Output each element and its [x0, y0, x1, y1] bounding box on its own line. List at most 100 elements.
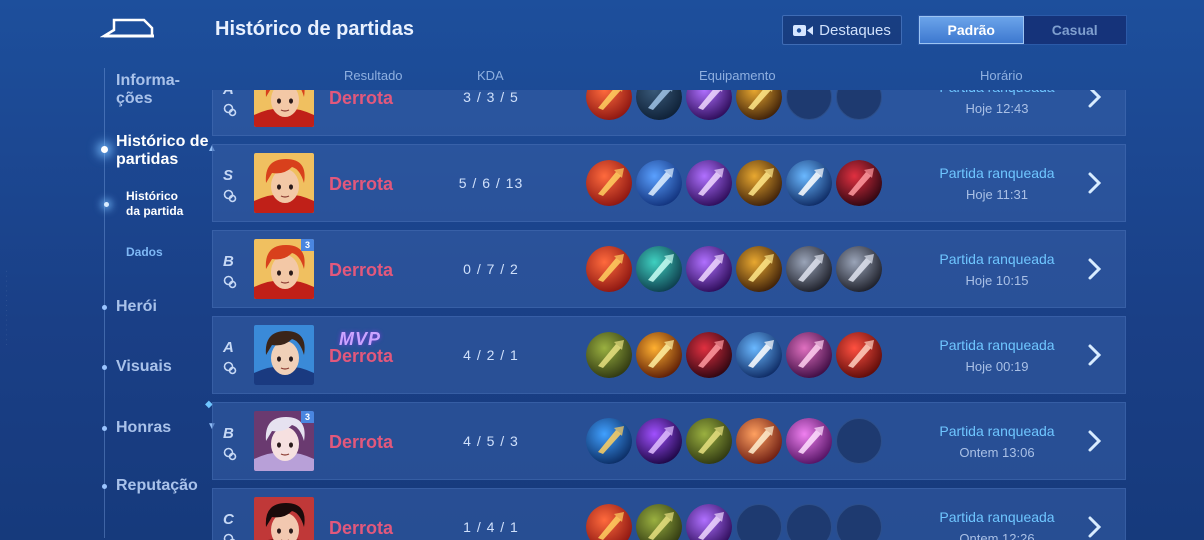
- sidebar-dot: [102, 305, 107, 310]
- red-axe-item-icon: [586, 160, 632, 206]
- hero-portrait: 3: [254, 239, 314, 299]
- sidebar-item-skins[interactable]: Visuais: [116, 358, 172, 376]
- match-row[interactable]: S Derrota 5 / 6 / 13 Partida ranqueada Hoje …: [212, 144, 1126, 222]
- match-row[interactable]: B 3 Derrota 4 / 5 / 3 Partida ranqueada Ontem…: [212, 402, 1126, 480]
- empty-item-slot: [836, 504, 882, 540]
- purple-blade-item-icon: [686, 504, 732, 540]
- match-time: Ontem 13:06: [959, 445, 1035, 460]
- sidebar-dot: [102, 426, 107, 431]
- blue-spear-item-icon: [736, 332, 782, 378]
- battle-spell-icon: [223, 361, 237, 375]
- purple-blade-item-icon: [686, 90, 732, 120]
- chevron-right-icon[interactable]: [1087, 343, 1103, 367]
- video-camera-icon: [793, 24, 814, 36]
- tab-padrao[interactable]: Padrão: [919, 16, 1024, 44]
- chevron-right-icon[interactable]: [1087, 257, 1103, 281]
- gold-star-item-icon: [736, 246, 782, 292]
- kda-value: 5 / 6 / 13: [458, 175, 524, 191]
- battle-spell-icon: [223, 189, 237, 203]
- rank-tier: S: [223, 167, 234, 184]
- sidebar-item-reputation[interactable]: Reputação: [116, 477, 198, 495]
- blue-spear-item-icon: [786, 160, 832, 206]
- highlights-button[interactable]: Destaques: [782, 15, 902, 45]
- match-row[interactable]: A Derrota 3 / 3 / 5 Partida ranqueada Hoje 1…: [212, 90, 1126, 136]
- sidebar-item-honors[interactable]: Honras: [116, 419, 171, 437]
- kda-value: 3 / 3 / 5: [463, 90, 519, 105]
- purple-blade-item-icon: [686, 160, 732, 206]
- sidebar-dot: [102, 365, 107, 370]
- battle-spell-icon: [223, 103, 237, 117]
- sidebar-item-match-history[interactable]: Histórico de partidas: [116, 133, 208, 169]
- sidebar-subitem-data[interactable]: Dados: [126, 245, 163, 260]
- green-boots-item-icon: [586, 332, 632, 378]
- rank-tier: A: [223, 339, 234, 356]
- red-axe-item-icon: [586, 90, 632, 120]
- match-mode: Partida ranqueada: [939, 251, 1055, 267]
- empty-item-slot: [836, 418, 882, 464]
- equipment-list: [586, 160, 886, 208]
- red-blade-item-icon: [836, 160, 882, 206]
- rank-tier: B: [223, 253, 234, 270]
- chevron-right-icon[interactable]: [1087, 90, 1103, 109]
- blue-wand-item-icon: [586, 418, 632, 464]
- empty-item-slot: [736, 504, 782, 540]
- top-bar: Histórico de partidas Destaques Padrão C…: [0, 0, 1204, 60]
- battle-spell-icon: [223, 447, 237, 461]
- match-mode: Partida ranqueada: [939, 165, 1055, 181]
- dark-claw-item-icon: [786, 246, 832, 292]
- header-result: Resultado: [344, 68, 403, 83]
- match-time: Ontem 12:26: [959, 531, 1035, 540]
- match-list[interactable]: A Derrota 3 / 3 / 5 Partida ranqueada Hoje 1…: [212, 90, 1127, 540]
- empty-item-slot: [786, 90, 832, 120]
- hero-portrait: [254, 153, 314, 213]
- equipment-list: [586, 504, 886, 540]
- red-book-item-icon: [736, 418, 782, 464]
- purple-orb-item-icon: [636, 418, 682, 464]
- equipment-list: [586, 246, 886, 294]
- kda-value: 1 / 4 / 1: [463, 519, 519, 535]
- boots-item-icon: [636, 90, 682, 120]
- match-row[interactable]: A MVP Derrota 4 / 2 / 1 Partida ranqueada Hoj…: [212, 316, 1126, 394]
- rank-tier: C: [223, 511, 234, 528]
- pink-helm-item-icon: [786, 332, 832, 378]
- mode-toggle: Padrão Casual: [918, 15, 1127, 45]
- subitem-active-dot: [104, 202, 109, 207]
- empty-item-slot: [836, 90, 882, 120]
- hero-portrait: 3: [254, 411, 314, 471]
- green-boots-item-icon: [686, 418, 732, 464]
- rank-tier: A: [223, 90, 234, 98]
- highlights-label: Destaques: [819, 21, 891, 39]
- match-row[interactable]: B 3 Derrota 0 / 7 / 2 Partida ranqueada Hoje …: [212, 230, 1126, 308]
- match-result: Derrota: [329, 90, 394, 108]
- sidebar-item-info[interactable]: Informa- ções: [116, 72, 180, 108]
- sidebar-active-dot: [101, 146, 108, 153]
- red-fist-item-icon: [836, 332, 882, 378]
- match-time: Hoje 00:19: [965, 359, 1029, 374]
- match-time: Hoje 11:31: [966, 187, 1028, 202]
- match-result: Derrota: [329, 174, 394, 194]
- tab-casual[interactable]: Casual: [1023, 16, 1126, 44]
- match-time: Hoje 10:15: [965, 273, 1029, 288]
- flame-wing-item-icon: [636, 332, 682, 378]
- chevron-right-icon[interactable]: [1087, 429, 1103, 453]
- match-mode: Partida ranqueada: [939, 423, 1055, 439]
- chevron-right-icon[interactable]: [1087, 171, 1103, 195]
- match-row[interactable]: C Derrota 1 / 4 / 1 Partida ranqueada Ontem …: [212, 488, 1126, 540]
- back-icon[interactable]: [99, 14, 160, 44]
- sidebar-dot: [102, 484, 107, 489]
- green-boots-item-icon: [636, 504, 682, 540]
- chevron-right-icon[interactable]: [1087, 515, 1103, 539]
- level-badge: 3: [301, 239, 314, 251]
- page-title: Histórico de partidas: [215, 18, 414, 40]
- level-badge: 3: [301, 411, 314, 423]
- match-result: Derrota: [329, 260, 394, 280]
- match-result: Derrota: [329, 432, 394, 452]
- sidebar-subitem-match-history[interactable]: Histórico da partida: [126, 189, 183, 219]
- sidebar-item-hero[interactable]: Herói: [116, 298, 157, 316]
- kda-value: 4 / 5 / 3: [463, 433, 519, 449]
- sidebar: · · · · · · · · · · · · · · · · Informa-…: [0, 60, 217, 540]
- column-headers: Resultado KDA Equipamento Horário: [212, 66, 1132, 84]
- equipment-list: [586, 418, 886, 466]
- red-blade-item-icon: [686, 332, 732, 378]
- red-axe-item-icon: [586, 246, 632, 292]
